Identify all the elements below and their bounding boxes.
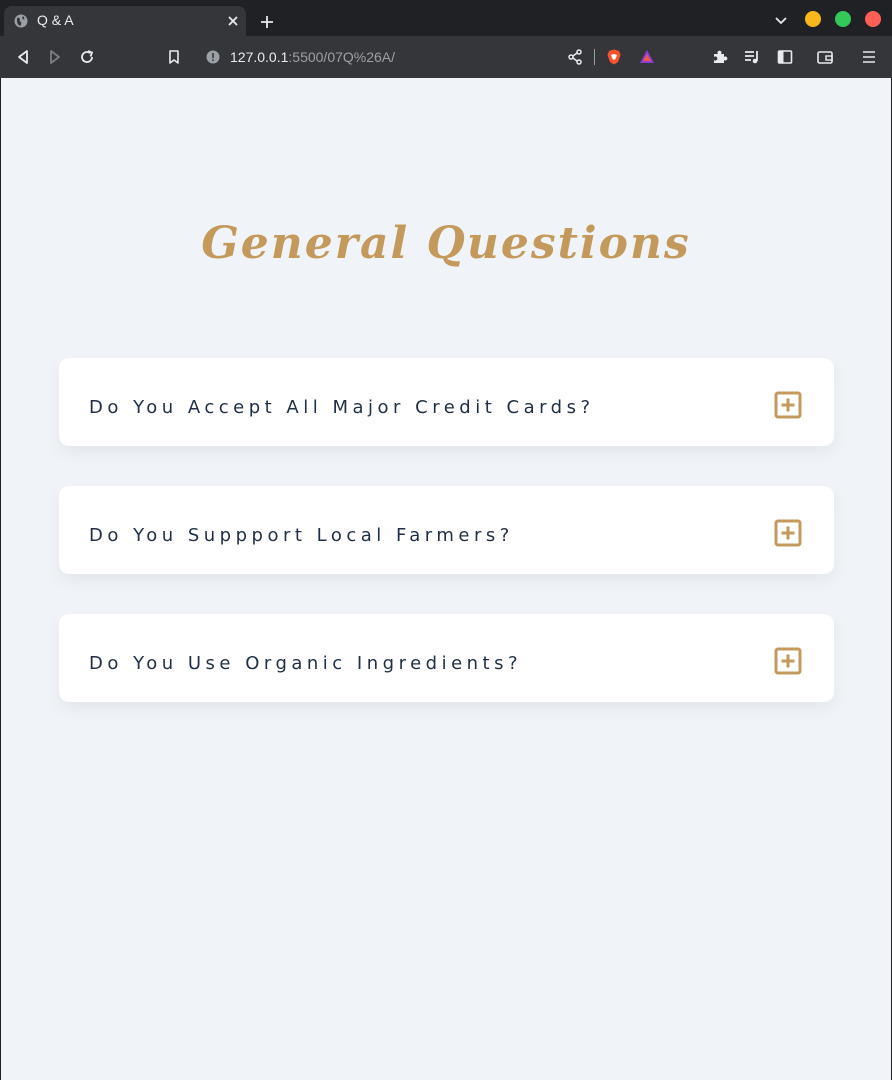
bookmark-icon[interactable] [165,48,183,66]
minimize-button[interactable] [805,11,821,27]
back-arrow-icon[interactable] [14,48,32,66]
brave-lion-icon[interactable] [605,48,623,66]
page-content: General Questions Do You Accept All Majo… [1,78,891,1080]
url-path: :5500/07Q%26A/ [288,49,396,65]
url-host: 127.0.0.1 [230,49,289,65]
share-icon[interactable] [566,48,584,66]
puzzle-icon[interactable] [711,48,729,66]
maximize-button[interactable] [835,11,851,27]
tab-strip: Q & A [0,0,892,36]
wallet-icon[interactable] [816,48,834,66]
url-text: 127.0.0.1:5500/07Q%26A/ [230,49,395,65]
hamburger-menu-icon[interactable] [860,48,878,66]
browser-toolbar: 127.0.0.1:5500/07Q%26A/ [0,36,892,78]
page-title: General Questions [201,218,691,269]
faq-item[interactable]: Do You Use Organic Ingredients? [59,614,834,702]
faq-question: Do You Accept All Major Credit Cards? [89,397,595,418]
globe-icon [14,14,28,28]
reload-icon[interactable] [78,48,96,66]
plus-icon[interactable] [258,13,276,31]
plus-square-icon[interactable] [774,647,802,675]
forward-arrow-icon[interactable] [46,48,64,66]
faq-question: Do You Suppport Local Farmers? [89,525,514,546]
faq-question: Do You Use Organic Ingredients? [89,653,523,674]
chevron-down-icon[interactable] [774,15,788,25]
faq-item[interactable]: Do You Accept All Major Credit Cards? [59,358,834,446]
sidebar-icon[interactable] [776,48,794,66]
triangle-icon[interactable] [638,48,656,66]
close-icon[interactable] [226,14,240,28]
browser-tab[interactable]: Q & A [4,6,246,36]
playlist-icon[interactable] [743,48,761,66]
plus-square-icon[interactable] [774,519,802,547]
plus-square-icon[interactable] [774,391,802,419]
info-icon[interactable] [206,50,220,64]
address-bar[interactable]: 127.0.0.1:5500/07Q%26A/ [195,40,605,74]
faq-item[interactable]: Do You Suppport Local Farmers? [59,486,834,574]
tab-title: Q & A [37,12,74,28]
toolbar-separator [594,49,595,65]
close-window-button[interactable] [865,11,881,27]
